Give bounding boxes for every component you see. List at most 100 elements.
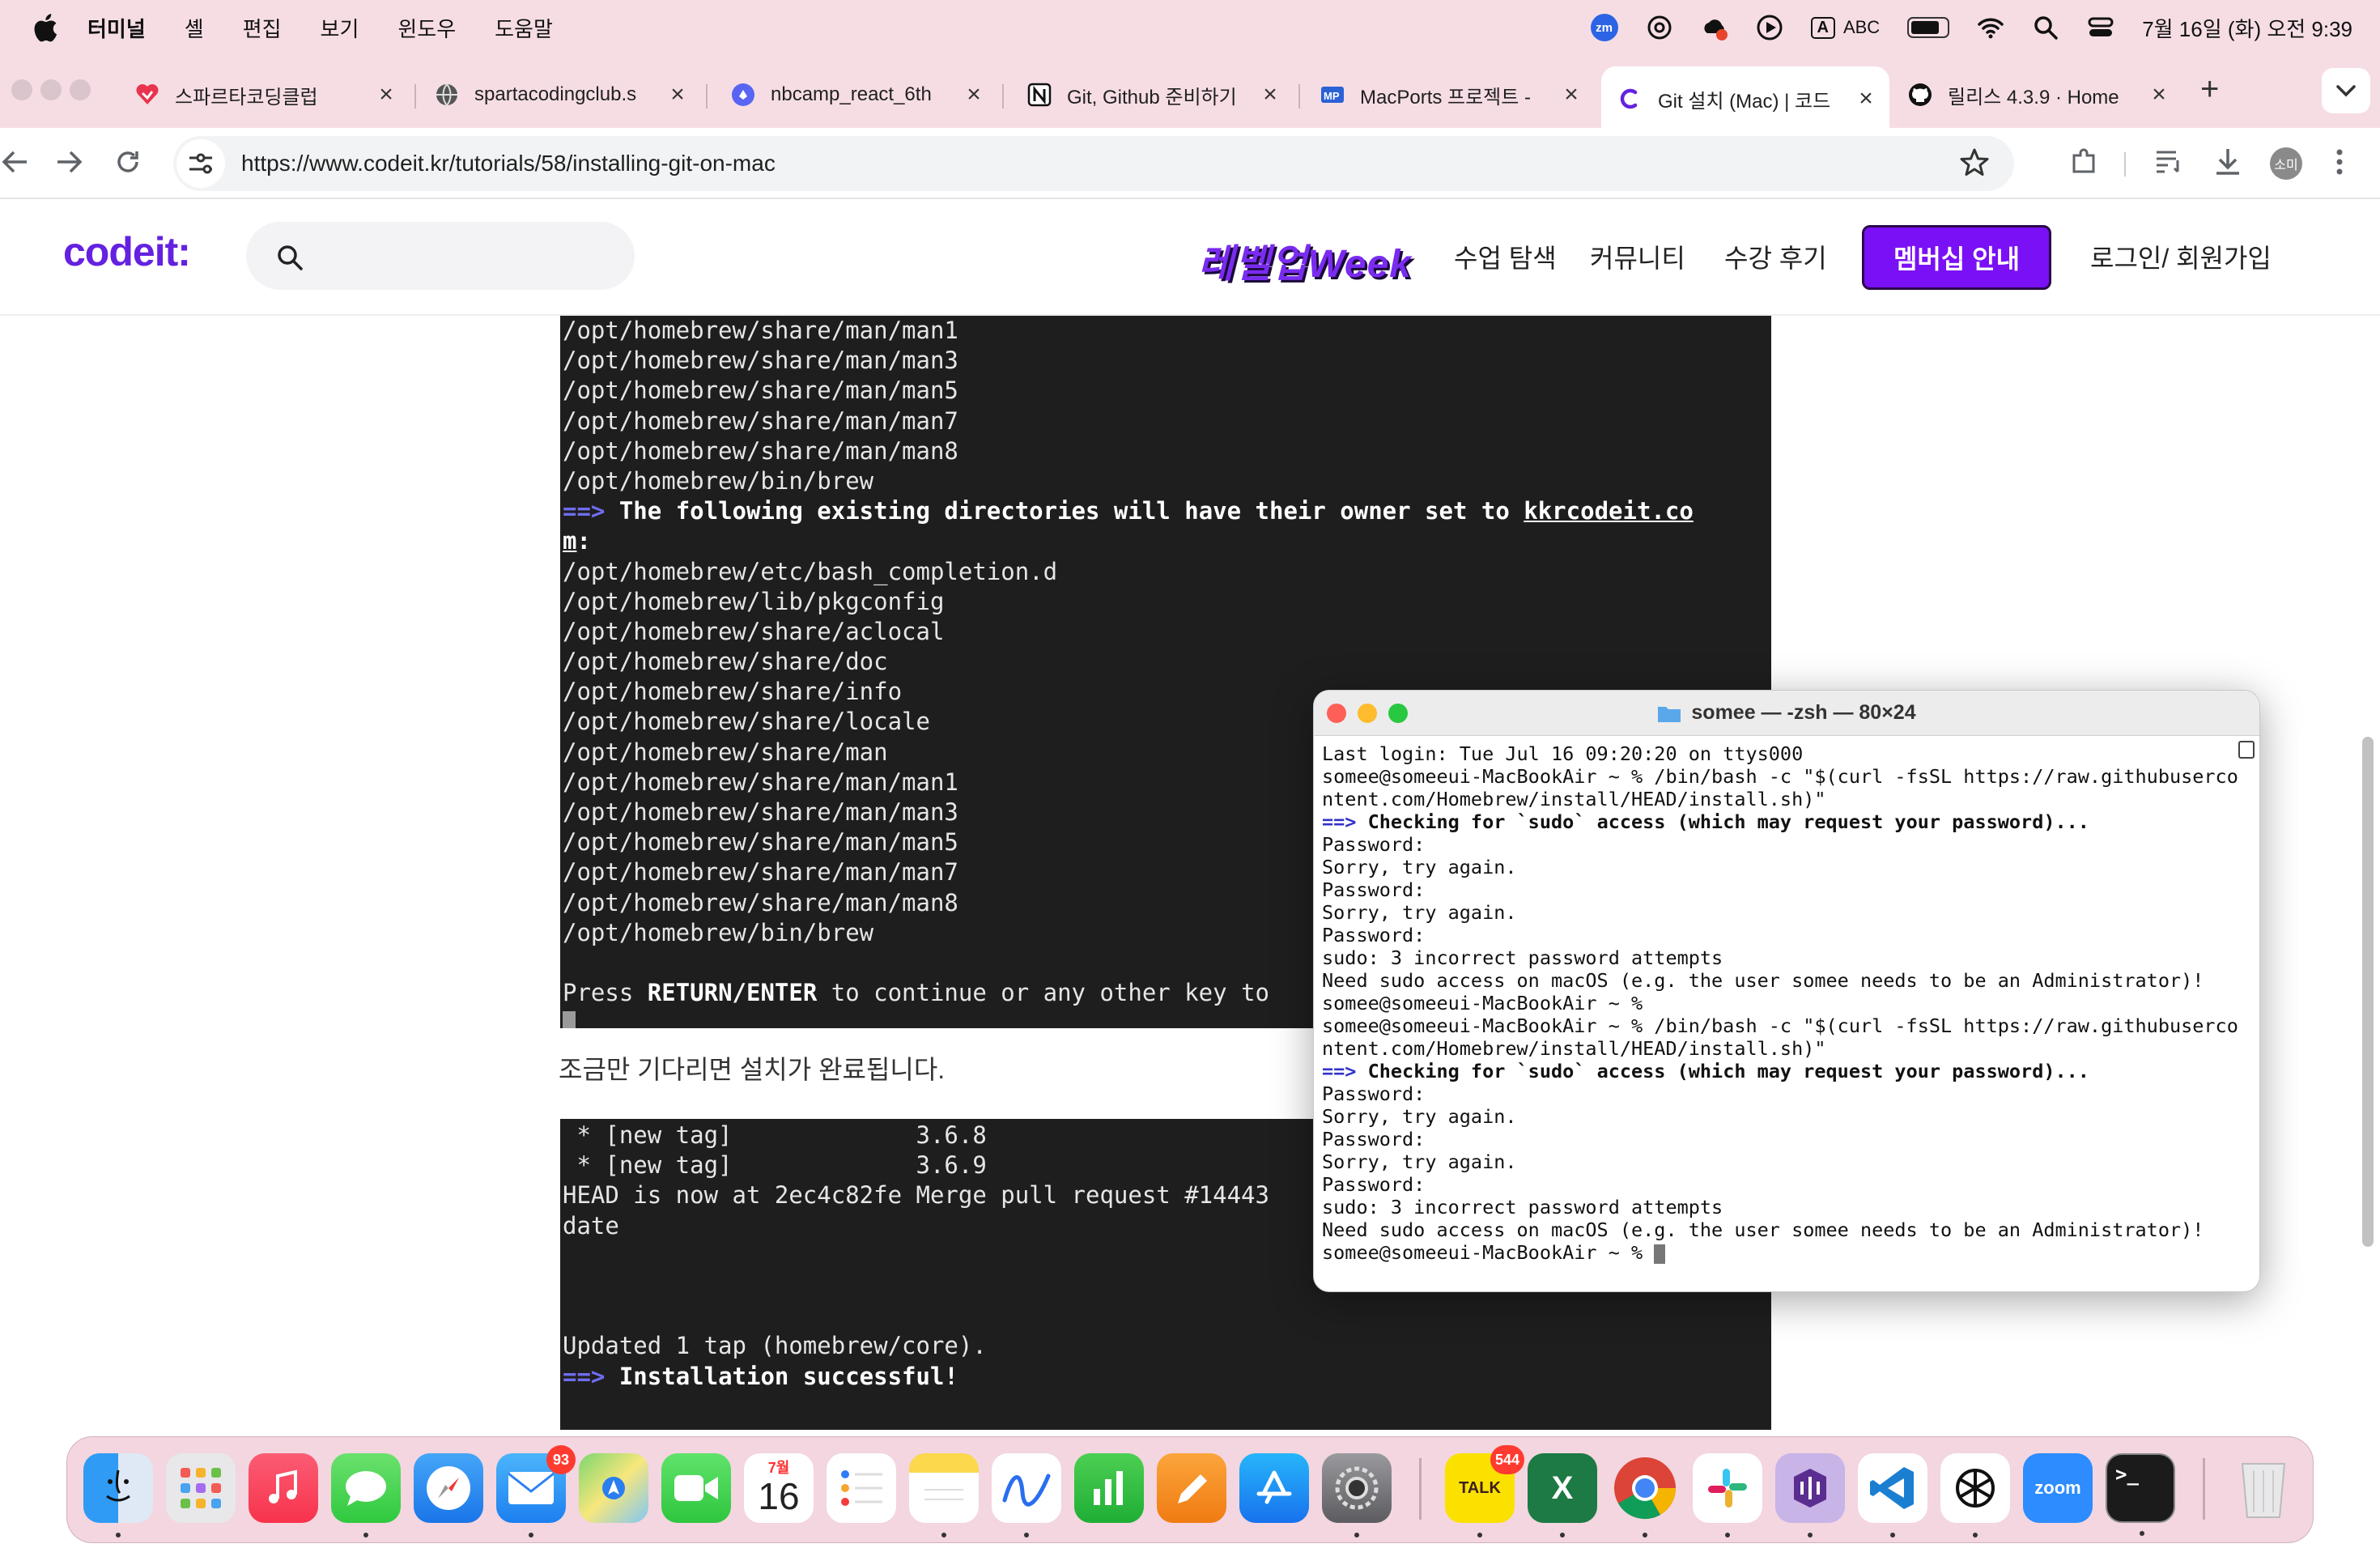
levelup-week-banner[interactable]: 레벨업Week [1198,232,1412,288]
folder-icon [1658,706,1681,722]
numbers-icon[interactable] [1074,1453,1144,1523]
nav-reviews[interactable]: 수강 후기 [1724,238,1827,275]
trash-icon[interactable] [2229,1453,2298,1523]
terminal-minimize-button[interactable] [1358,704,1377,723]
codeit-logo[interactable]: codeit: [63,228,191,275]
window-zoom-button[interactable] [70,79,91,100]
reminders-icon[interactable] [827,1453,896,1523]
mail-icon[interactable]: 93 [496,1445,576,1537]
tab-close-icon[interactable]: × [1559,81,1583,108]
menu-view[interactable]: 보기 [321,13,359,43]
finder-icon[interactable] [83,1453,153,1537]
control-center-icon[interactable] [2087,14,2114,41]
tab-spartacodingclub[interactable]: 스파르타코딩클럽 × [134,70,398,120]
freeform-icon[interactable] [992,1453,1061,1537]
maps-icon[interactable] [579,1453,648,1523]
window-close-button[interactable] [11,79,32,100]
nav-courses[interactable]: 수업 탐색 [1454,238,1557,275]
menu-window[interactable]: 윈도우 [397,13,456,43]
membership-button[interactable]: 멤버십 안내 [1862,225,2051,290]
terminal-cursor [1654,1244,1666,1264]
terminal-scroll-marker-icon[interactable] [2238,741,2255,759]
bookmark-star-icon[interactable] [1959,147,1990,178]
terminal-icon[interactable]: >_ [2106,1453,2175,1536]
system-settings-icon[interactable] [1322,1453,1392,1537]
back-arrow-icon[interactable] [0,144,32,180]
creative-cloud-icon[interactable] [1701,14,1728,41]
login-link[interactable]: 로그인/ 회원가입 [2090,238,2272,275]
spotlight-search-icon[interactable] [2032,14,2059,41]
tab-codeit-git-install[interactable]: Git 설치 (Mac) | 코드 × [1601,66,1889,128]
wifi-icon[interactable] [1977,14,2004,41]
notes-icon[interactable] [909,1453,979,1537]
apple-icon[interactable] [31,11,58,44]
url-text[interactable]: https://www.codeit.kr/tutorials/58/insta… [241,151,776,176]
calendar-icon[interactable]: 7월 16 [744,1453,814,1523]
window-minimize-button[interactable] [40,79,62,100]
term-line: /opt/homebrew/share/man/man5 [563,376,958,405]
slack-icon[interactable] [1693,1453,1762,1537]
zoom-status-icon[interactable]: zm [1590,14,1618,41]
new-tab-icon[interactable]: + [2200,71,2219,108]
page-scrollbar[interactable] [2362,737,2374,1247]
profile-avatar[interactable]: 소미 [2270,147,2302,180]
tab-search-button[interactable] [2322,68,2370,113]
extensions-icon[interactable] [2068,146,2100,178]
chatgpt-status-icon[interactable] [1646,14,1673,41]
terminal-window[interactable]: somee — -zsh — 80×24 Last login: Tue Jul… [1313,690,2260,1292]
download-icon[interactable] [2212,146,2244,178]
pages-icon[interactable] [1157,1453,1226,1523]
tab-close-icon[interactable]: × [1854,85,1878,113]
menu-help[interactable]: 도움말 [495,13,553,43]
tab-spartacodingclub-site[interactable]: spartacodingclub.s × [434,70,690,120]
tab-close-icon[interactable]: × [962,81,986,108]
reload-icon[interactable] [110,144,146,180]
term-line: Need sudo access on macOS (e.g. the user… [1322,1218,2204,1241]
reading-list-icon[interactable] [2153,146,2186,178]
menubar-clock[interactable]: 7월 16일 (화) 오전 9:39 [2142,13,2352,43]
tab-github-release[interactable]: 릴리스 4.3.9 · Home × [1907,70,2171,120]
battery-icon[interactable] [1907,17,1950,38]
vscode-icon[interactable] [1858,1453,1927,1537]
app-store-icon[interactable] [1239,1453,1309,1523]
chatgpt-icon[interactable] [1940,1453,2010,1537]
facetime-icon[interactable] [661,1453,731,1523]
terminal-title-bar[interactable]: somee — -zsh — 80×24 [1314,691,2259,736]
tab-label: Git, Github 준비하기 [1067,86,1237,108]
terminal-zoom-button[interactable] [1388,704,1408,723]
tab-macports[interactable]: MP MacPorts 프로젝트 - × [1320,70,1583,120]
menu-bar: 터미널 셸 편집 보기 윈도우 도움말 zm A ABC 7월 16일 (화) 오… [0,0,2380,55]
chrome-icon[interactable] [1610,1453,1680,1537]
site-info-icon[interactable] [176,139,225,188]
tab-close-icon[interactable]: × [374,81,398,108]
site-search-input[interactable] [246,222,635,290]
zoom-icon[interactable]: zoom [2023,1453,2093,1523]
visual-studio-icon[interactable] [1775,1453,1845,1537]
safari-icon[interactable] [414,1453,483,1523]
nav-community[interactable]: 커뮤니티 [1590,238,1685,275]
term-line: Last login: Tue Jul 16 09:20:20 on ttys0… [1322,742,1804,765]
terminal-output[interactable]: Last login: Tue Jul 16 09:20:20 on ttys0… [1322,736,2238,1264]
excel-icon[interactable]: X [1528,1453,1597,1537]
launchpad-icon[interactable] [166,1453,236,1523]
term-line: /opt/homebrew/share/man/man3 [563,347,958,375]
more-menu-icon[interactable] [2331,146,2348,178]
messages-icon[interactable] [331,1453,401,1537]
term-line: ntent.com/Homebrew/install/HEAD/install.… [1322,1037,1826,1060]
menu-edit[interactable]: 편집 [243,13,282,43]
kakaotalk-icon[interactable]: TALK 544 [1445,1445,1524,1537]
address-bar[interactable]: https://www.codeit.kr/tutorials/58/insta… [173,136,2014,191]
tab-close-icon[interactable]: × [2147,81,2171,108]
play-status-icon[interactable] [1756,14,1783,41]
terminal-close-button[interactable] [1327,704,1346,723]
music-icon[interactable] [249,1453,318,1523]
input-source[interactable]: A ABC [1810,16,1880,39]
tab-label: Git 설치 (Mac) | 코드 [1658,90,1831,113]
tab-notion-git[interactable]: Git, Github 준비하기 × [1026,70,1282,120]
tab-close-icon[interactable]: × [665,81,690,108]
menu-shell[interactable]: 셸 [185,13,204,43]
tab-nbcamp[interactable]: nbcamp_react_6th × [730,70,986,120]
menu-terminal[interactable]: 터미널 [87,13,146,43]
tab-close-icon[interactable]: × [1258,81,1282,108]
forward-arrow-icon[interactable] [52,144,87,180]
